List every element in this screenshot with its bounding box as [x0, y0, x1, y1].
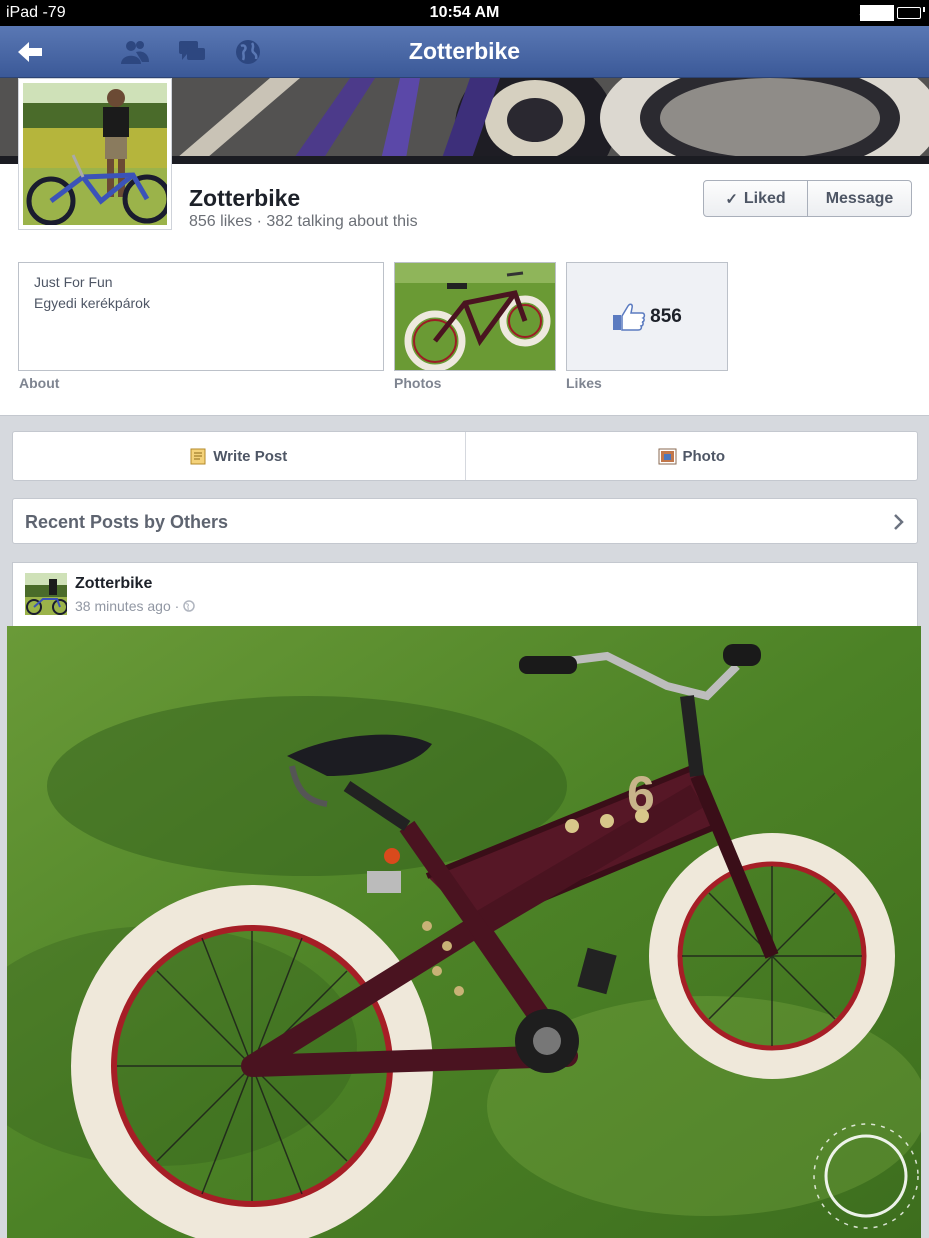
battery-icon: [897, 7, 921, 19]
clock: 10:54 AM: [429, 4, 500, 21]
chevron-right-icon: [894, 514, 904, 530]
liked-label: Liked: [743, 189, 786, 207]
battery-status: 55%: [859, 4, 921, 22]
watermark-stamp: [813, 1123, 919, 1229]
post-timestamp: 38 minutes ago ·: [75, 598, 196, 614]
status-bar: iPad -79 10:54 AM 55%: [0, 0, 929, 26]
likes-box[interactable]: 856: [566, 262, 728, 371]
profile-picture[interactable]: [18, 78, 172, 230]
bicycle-photo: 6: [7, 626, 921, 1238]
action-bar: Write Post Photo: [12, 431, 918, 481]
public-globe-icon: [183, 600, 196, 612]
likes-label: Likes: [566, 375, 602, 391]
page-name: Zotterbike: [189, 185, 301, 211]
post-time-text: 38 minutes ago ·: [75, 598, 180, 614]
photo-label: Photo: [682, 447, 726, 465]
liked-button[interactable]: ✓ Liked: [704, 181, 807, 216]
about-line-1: Just For Fun: [34, 274, 113, 290]
profile-image: [23, 83, 172, 226]
post-author-avatar[interactable]: [25, 573, 67, 615]
page-actions: ✓ Liked Message: [703, 180, 912, 217]
post-avatar-image: [25, 573, 67, 615]
about-line-2: Egyedi kerékpárok: [34, 295, 150, 311]
write-post-button[interactable]: Write Post: [13, 432, 465, 480]
write-post-label: Write Post: [213, 447, 288, 465]
message-label: Message: [825, 189, 894, 207]
checkmark-icon: ✓: [725, 190, 738, 208]
post-photo[interactable]: 6: [7, 626, 921, 1238]
photo-button[interactable]: Photo: [464, 432, 918, 480]
photos-thumbnail: [395, 263, 555, 370]
photos-label: Photos: [394, 375, 442, 391]
post-author-name[interactable]: Zotterbike: [75, 575, 152, 593]
write-post-icon: [190, 448, 206, 464]
likes-count: 856: [650, 305, 682, 327]
page-stats: 856 likes · 382 talking about this: [189, 213, 418, 230]
about-box[interactable]: Just For Fun Egyedi kerékpárok: [18, 262, 384, 371]
about-label: About: [19, 375, 60, 391]
message-button[interactable]: Message: [807, 181, 911, 216]
nav-bar: Zotterbike: [0, 26, 929, 78]
nav-title: Zotterbike: [408, 38, 521, 64]
recent-posts-row[interactable]: Recent Posts by Others: [12, 498, 918, 544]
thumbs-up-icon: [613, 303, 646, 331]
photos-box[interactable]: [394, 262, 556, 371]
recent-posts-title: Recent Posts by Others: [25, 512, 229, 532]
photo-icon: [658, 448, 676, 464]
